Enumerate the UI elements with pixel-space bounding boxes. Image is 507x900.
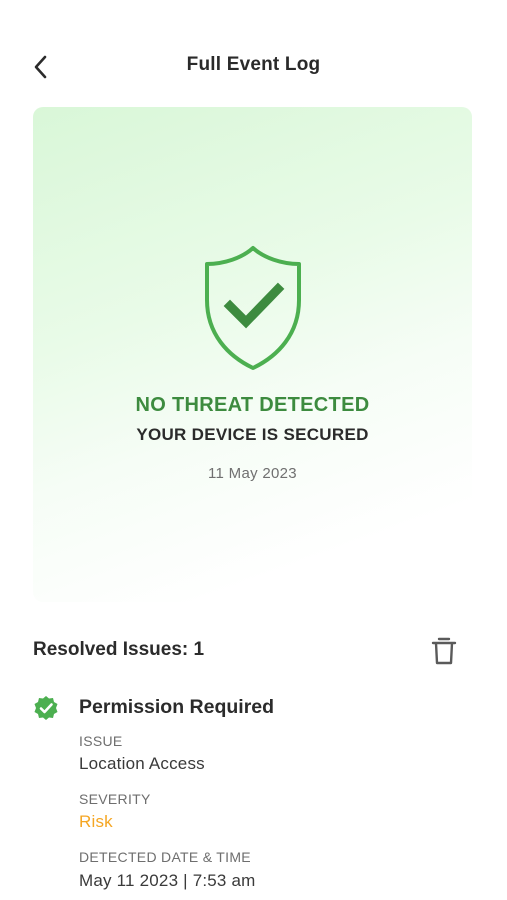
issue-value: Location Access: [79, 754, 205, 773]
detected-value: May 11 2023 | 7:53 am: [79, 871, 256, 890]
verified-check-icon: [34, 696, 58, 720]
top-bar: Full Event Log: [0, 40, 507, 92]
status-title: NO THREAT DETECTED: [135, 394, 370, 416]
issue-title: Permission Required: [79, 696, 275, 718]
resolved-issues-header: Resolved Issues: 1: [33, 635, 473, 667]
delete-button[interactable]: [430, 635, 458, 667]
status-card: NO THREAT DETECTED YOUR DEVICE IS SECURE…: [33, 107, 472, 602]
issue-item[interactable]: Permission Required ISSUE Location Acces…: [33, 692, 473, 892]
severity-label: SEVERITY: [79, 791, 151, 807]
status-date: 11 May 2023: [208, 465, 297, 482]
severity-value: Risk: [79, 812, 113, 831]
issue-label: ISSUE: [79, 733, 123, 749]
page-title: Full Event Log: [186, 54, 321, 75]
status-subtitle: YOUR DEVICE IS SECURED: [136, 425, 369, 444]
shield-check-icon: [205, 246, 301, 370]
detected-label: DETECTED DATE & TIME: [79, 849, 251, 865]
resolved-issues-label: Resolved Issues: 1: [33, 639, 205, 660]
trash-icon: [431, 637, 457, 665]
